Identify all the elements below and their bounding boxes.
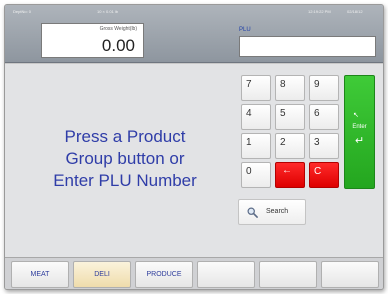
clock-time: 12:19:22 PM (308, 9, 331, 14)
enter-label: Enter (352, 124, 367, 130)
weight-value: 0.00 (101, 36, 135, 55)
prompt-line-1: Press a Product (64, 127, 186, 146)
prompt-line-2: Group button or (65, 149, 185, 168)
header-bar: DeptNo: 0 10 × 0.01 lb 12:19:22 PM 02/18… (5, 5, 383, 63)
magnifier-icon (247, 207, 258, 218)
tab-empty-4[interactable] (197, 261, 255, 288)
scale-capacity-text: 10 × 0.01 lb (97, 9, 119, 14)
search-button[interactable]: Search (238, 199, 306, 225)
tab-produce[interactable]: PRODUCE (135, 261, 193, 288)
tab-meat[interactable]: MEAT (11, 261, 69, 288)
key-6[interactable]: 6 (309, 104, 339, 130)
key-0[interactable]: 0 (241, 162, 271, 188)
backspace-button[interactable]: ← (275, 162, 305, 188)
tab-empty-5[interactable] (259, 261, 317, 288)
plu-label: PLU (239, 27, 251, 33)
key-3[interactable]: 3 (309, 133, 339, 159)
tab-empty-6[interactable] (321, 261, 379, 288)
clear-button[interactable]: C (309, 162, 339, 188)
main-panel: Press a Product Group button or Enter PL… (5, 64, 383, 257)
scale-window: DeptNo: 0 10 × 0.01 lb 12:19:22 PM 02/18… (4, 4, 384, 290)
prompt-line-3: Enter PLU Number (53, 171, 197, 190)
key-9[interactable]: 9 (309, 75, 339, 101)
enter-arrow-icon: ↵ (355, 135, 365, 147)
product-group-bar: MEAT DELI PRODUCE (5, 257, 383, 289)
key-5[interactable]: 5 (275, 104, 305, 130)
key-1[interactable]: 1 (241, 133, 271, 159)
weight-display: Gross Weight(lb) 0.00 (41, 23, 144, 58)
weight-label: Gross Weight(lb) (99, 26, 137, 32)
key-2[interactable]: 2 (275, 133, 305, 159)
plu-input[interactable] (239, 36, 376, 57)
tab-deli[interactable]: DELI (73, 261, 131, 288)
key-8[interactable]: 8 (275, 75, 305, 101)
clock-date: 02/18/12 (347, 9, 363, 14)
department-text: DeptNo: 0 (13, 9, 32, 14)
instruction-prompt: Press a Product Group button or Enter PL… (17, 126, 233, 192)
key-4[interactable]: 4 (241, 104, 271, 130)
key-7[interactable]: 7 (241, 75, 271, 101)
enter-button[interactable]: ↖ Enter ↵ (344, 75, 375, 189)
cursor-pointer-icon: ↖ (353, 112, 359, 119)
search-label: Search (266, 208, 289, 215)
